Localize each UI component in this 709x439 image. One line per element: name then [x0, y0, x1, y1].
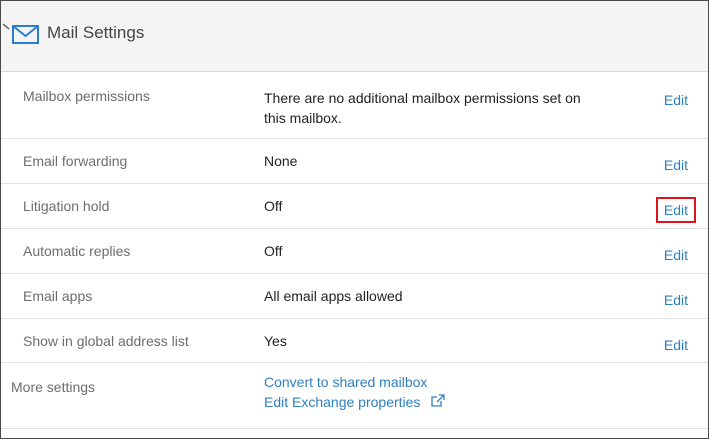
external-link-icon[interactable] — [431, 394, 445, 407]
setting-row-litigation-hold: Litigation hold Off Edit — [1, 184, 708, 229]
setting-label: Automatic replies — [23, 243, 131, 259]
setting-label: Email forwarding — [23, 153, 128, 169]
edit-litigation-hold-link[interactable]: Edit — [655, 197, 697, 223]
edit-automatic-replies-link[interactable]: Edit — [664, 247, 688, 263]
setting-value: None — [264, 153, 298, 169]
edit-mailbox-permissions-link[interactable]: Edit — [664, 92, 688, 108]
envelope-icon — [12, 25, 39, 44]
setting-value: Off — [264, 243, 283, 259]
edit-email-apps-link[interactable]: Edit — [664, 292, 688, 308]
edit-email-forwarding-link[interactable]: Edit — [664, 157, 688, 173]
setting-label: Email apps — [23, 288, 93, 304]
setting-row-mailbox-permissions: Mailbox permissions There are no additio… — [1, 72, 708, 139]
edit-exchange-properties-link[interactable]: Edit Exchange properties — [264, 394, 420, 410]
more-settings-label: More settings — [11, 379, 96, 395]
more-settings-section: More settings Convert to shared mailbox … — [1, 363, 708, 429]
setting-row-global-address-list: Show in global address list Yes Edit — [1, 319, 708, 363]
setting-value: All email apps allowed — [264, 288, 403, 304]
setting-label: Litigation hold — [23, 198, 110, 214]
mail-settings-panel: Mail Settings Mailbox permissions There … — [0, 0, 709, 439]
setting-row-email-forwarding: Email forwarding None Edit — [1, 139, 708, 184]
setting-label: Show in global address list — [23, 333, 189, 349]
setting-value: There are no additional mailbox permissi… — [264, 90, 581, 126]
section-title: Mail Settings — [47, 23, 145, 42]
setting-row-automatic-replies: Automatic replies Off Edit — [1, 229, 708, 274]
setting-value: Off — [264, 198, 283, 214]
collapse-caret-icon[interactable] — [2, 22, 11, 31]
setting-value: Yes — [264, 333, 287, 349]
convert-to-shared-mailbox-link[interactable]: Convert to shared mailbox — [264, 374, 427, 390]
section-header[interactable]: Mail Settings — [1, 1, 708, 72]
setting-label: Mailbox permissions — [23, 88, 150, 104]
edit-global-address-list-link[interactable]: Edit — [664, 337, 688, 353]
setting-row-email-apps: Email apps All email apps allowed Edit — [1, 274, 708, 319]
